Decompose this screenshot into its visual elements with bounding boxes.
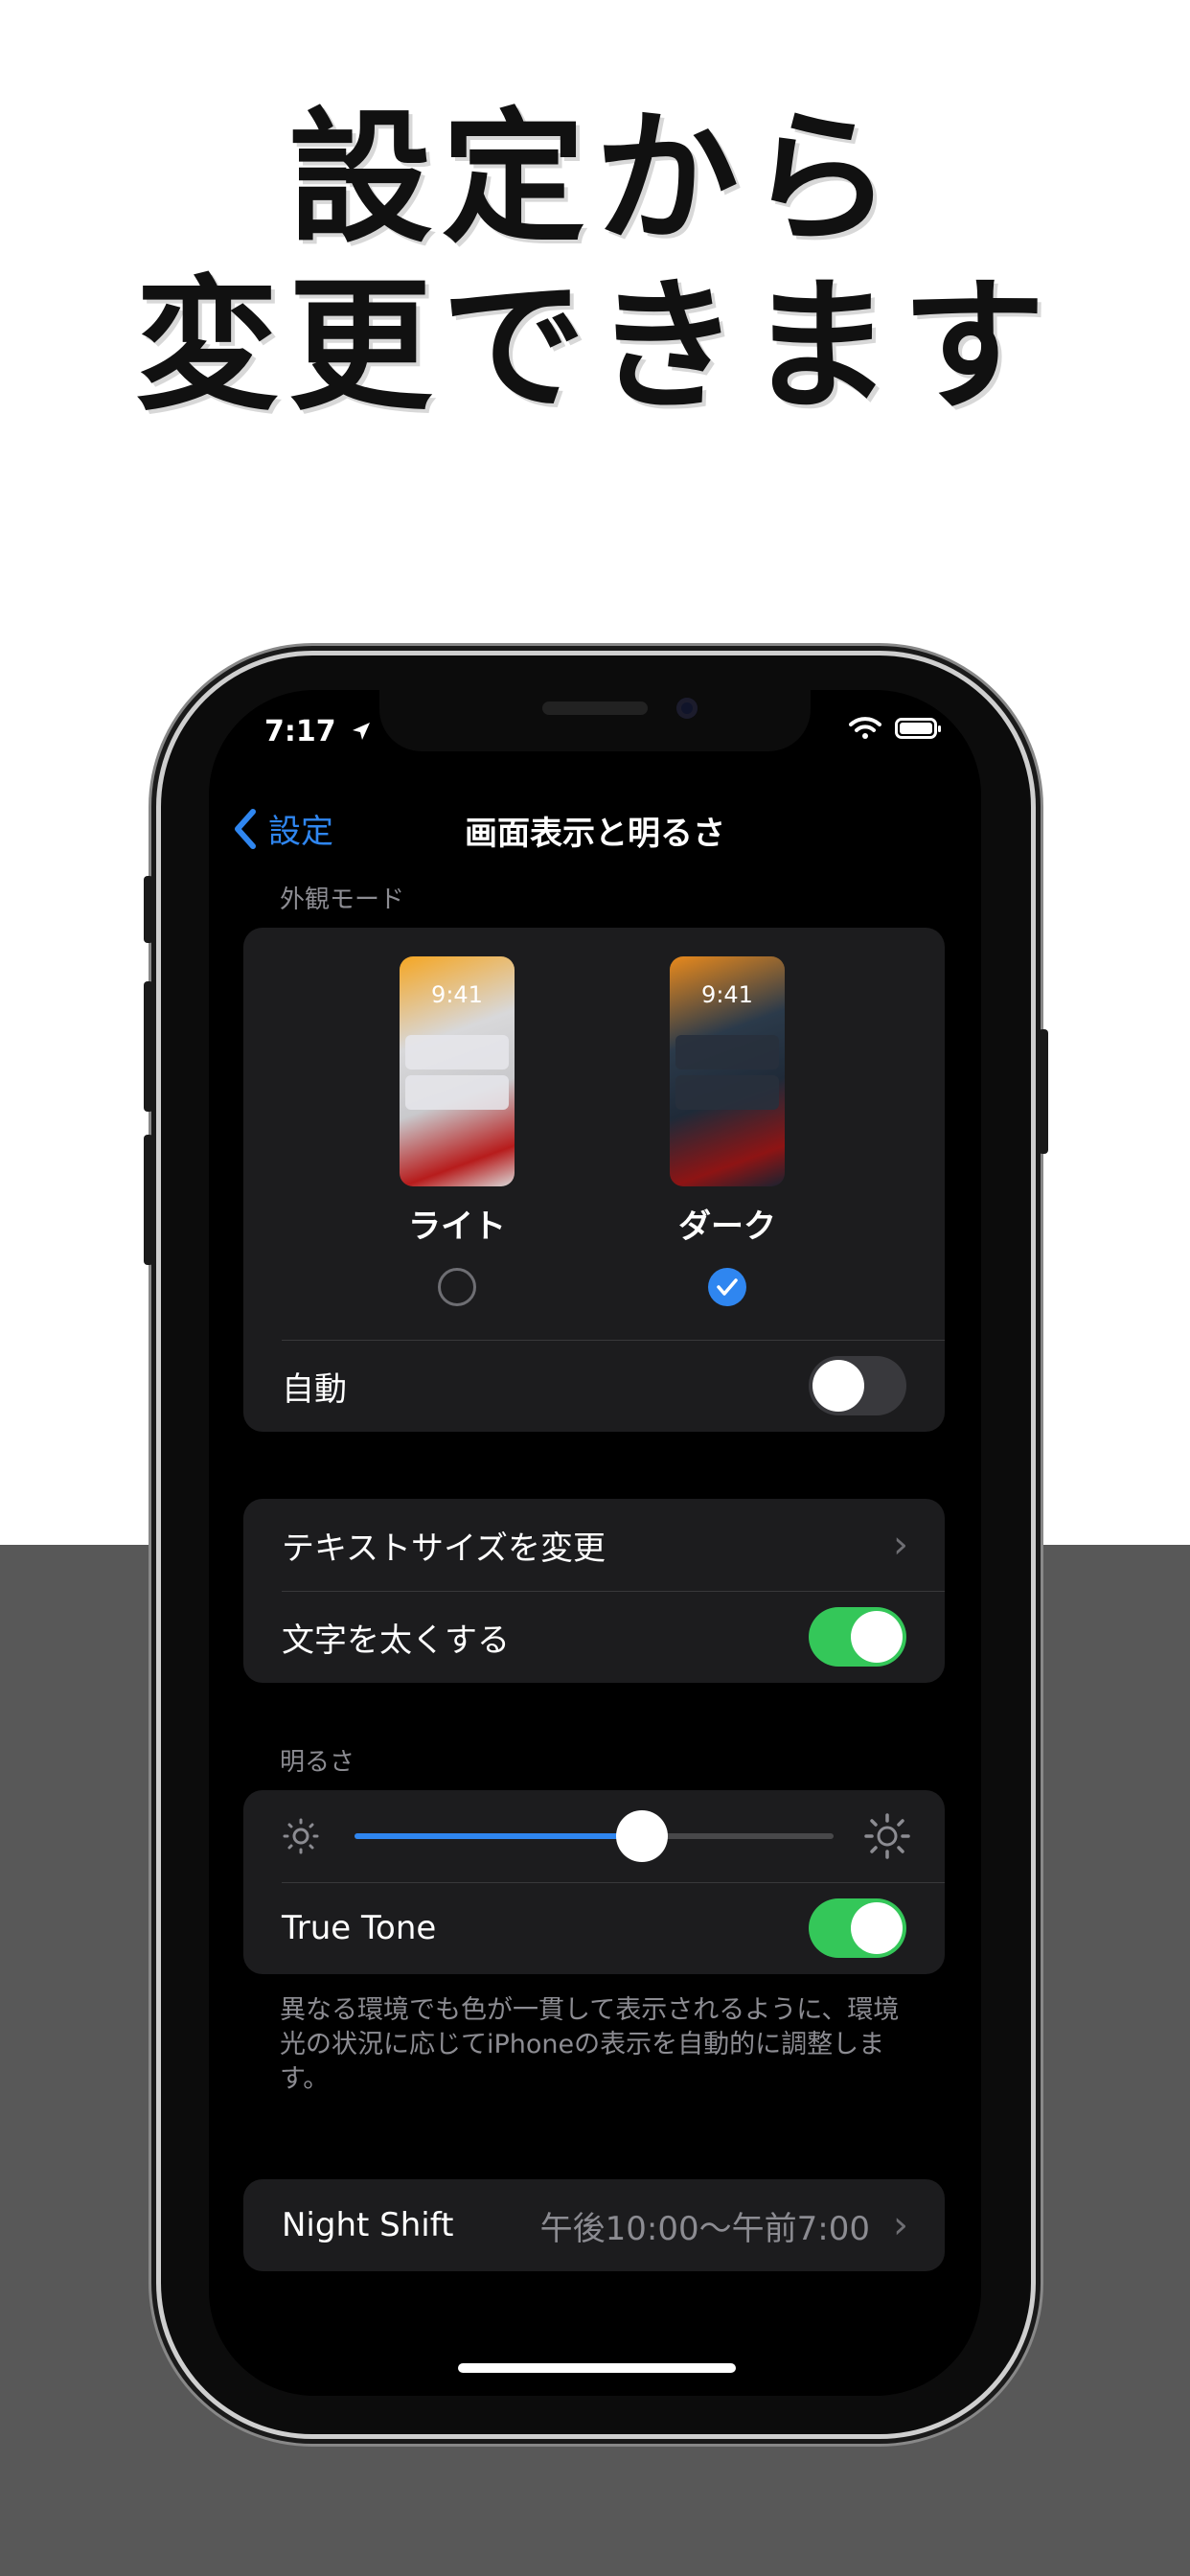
night-shift-card: Night Shift 午後10:00〜午前7:00 › — [243, 2179, 945, 2271]
dark-mode-label: ダーク — [678, 1208, 776, 1246]
mute-switch — [144, 876, 153, 943]
brightness-header: 明るさ — [280, 1748, 355, 1777]
bold-text-label: 文字を太くする — [282, 1621, 510, 1660]
true-tone-toggle[interactable] — [809, 1898, 906, 1958]
location-arrow-icon — [353, 723, 371, 740]
light-mode-option[interactable]: 9:41 ライト — [395, 956, 519, 1306]
status-time: 7:17 — [264, 715, 373, 748]
headline-line-1: 設定から — [287, 96, 902, 263]
night-shift-row[interactable]: Night Shift 午後10:00〜午前7:00 › — [243, 2179, 945, 2271]
front-camera — [676, 698, 698, 719]
volume-up-button — [144, 981, 153, 1112]
phone-screen: 7:17 設定 画面表示と明るさ 外観モード 9:41 ライト 9:41 ダーク… — [209, 690, 981, 2396]
auto-toggle[interactable] — [809, 1356, 906, 1415]
brightness-card: True Tone — [243, 1790, 945, 1974]
status-icons — [849, 717, 941, 740]
true-tone-row: True Tone — [243, 1882, 945, 1974]
sun-small-icon — [283, 1818, 319, 1854]
true-tone-footnote: 異なる環境でも色が一貫して表示されるように、環境光の状況に応じてiPhoneの表… — [280, 1995, 900, 2094]
light-preview-image: 9:41 — [400, 956, 515, 1186]
bold-text-toggle[interactable] — [809, 1607, 906, 1667]
auto-label: 自動 — [282, 1369, 347, 1409]
brightness-slider[interactable] — [355, 1810, 834, 1862]
speaker-grille — [542, 702, 648, 715]
text-settings-card: テキストサイズを変更 › 文字を太くする — [243, 1499, 945, 1683]
appearance-card: 9:41 ライト 9:41 ダーク 自動 — [243, 928, 945, 1432]
page-title: 画面表示と明るさ — [465, 815, 725, 853]
text-size-row[interactable]: テキストサイズを変更 › — [243, 1499, 945, 1591]
home-indicator[interactable] — [458, 2363, 736, 2373]
bold-text-row: 文字を太くする — [243, 1591, 945, 1683]
auto-row: 自動 — [243, 1340, 945, 1432]
chevron-right-icon: › — [893, 2203, 908, 2247]
notch — [379, 690, 811, 751]
volume-down-button — [144, 1135, 153, 1265]
promo-headline: 設定から 変更できます — [0, 96, 1190, 431]
wifi-icon — [849, 717, 881, 739]
night-shift-value: 午後10:00〜午前7:00 — [539, 2209, 870, 2248]
chevron-right-icon: › — [893, 1523, 908, 1567]
power-button — [1039, 1029, 1048, 1154]
dark-mode-radio-checked[interactable] — [708, 1268, 746, 1306]
checkmark-icon — [717, 1278, 738, 1296]
appearance-header: 外観モード — [280, 886, 405, 914]
brightness-slider-thumb[interactable] — [616, 1810, 668, 1862]
battery-icon — [895, 718, 941, 739]
light-mode-radio[interactable] — [438, 1268, 476, 1306]
true-tone-label: True Tone — [282, 1909, 437, 1947]
dark-preview-time: 9:41 — [701, 981, 753, 1008]
text-size-label: テキストサイズを変更 — [282, 1529, 606, 1568]
night-shift-label: Night Shift — [282, 2206, 454, 2244]
brightness-slider-fill — [355, 1833, 642, 1839]
headline-line-2: 変更できます — [134, 264, 1055, 430]
light-preview-time: 9:41 — [431, 981, 483, 1008]
sun-large-icon — [864, 1813, 910, 1859]
light-mode-label: ライト — [408, 1208, 506, 1246]
phone-frame: 7:17 設定 画面表示と明るさ 外観モード 9:41 ライト 9:41 ダーク… — [144, 656, 1048, 2434]
dark-mode-option[interactable]: 9:41 ダーク — [665, 956, 790, 1306]
dark-preview-image: 9:41 — [670, 956, 785, 1186]
brightness-slider-row — [243, 1790, 945, 1882]
